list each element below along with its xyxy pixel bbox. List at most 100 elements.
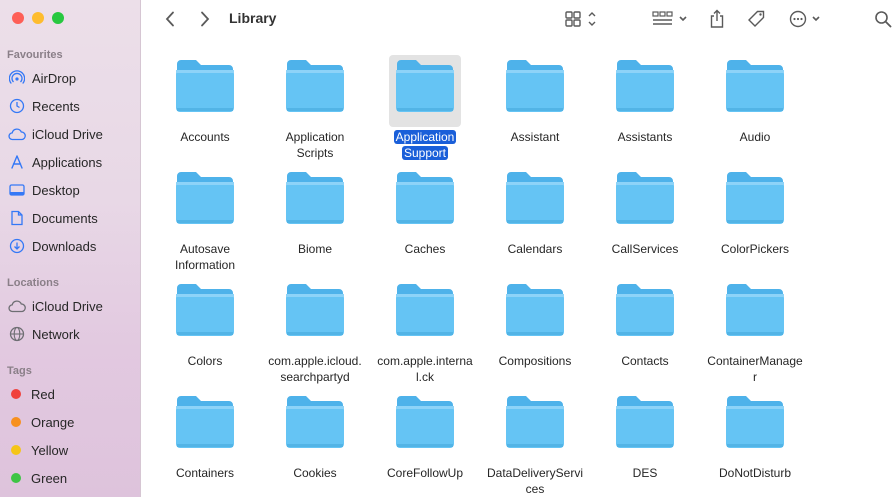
folder-icon (725, 280, 785, 338)
search-button[interactable] (873, 7, 893, 31)
tag-icon (748, 10, 765, 27)
folder-icon (615, 392, 675, 450)
sidebar-tag-yellow[interactable]: Yellow (6, 438, 136, 462)
sidebar-item-label: Applications (32, 154, 103, 170)
folder-label: DES (632, 466, 658, 480)
folder-label: CoreFollowUp (386, 466, 464, 480)
folder-label: ContainerManage r (707, 354, 803, 384)
group-by-button[interactable] (649, 7, 691, 31)
folder-icon (285, 168, 345, 226)
cloud-icon (8, 298, 26, 314)
folder-label: ColorPickers (720, 242, 789, 256)
tag-button[interactable] (745, 7, 769, 31)
folder-icon (505, 392, 565, 450)
folder-icon (285, 392, 345, 450)
folder-icon (505, 168, 565, 226)
folder-icon (395, 280, 455, 338)
sidebar-item-label: Red (31, 386, 55, 402)
close-window-button[interactable] (12, 12, 24, 24)
window-title: Library (229, 10, 277, 26)
tag-color-dot (11, 445, 21, 455)
folder-label: com.apple.interna l.ck (377, 354, 473, 384)
icon-grid-view-icon (565, 11, 596, 27)
tags-header: Tags (7, 365, 32, 377)
ellipsis-circle-icon (789, 10, 820, 28)
folder-label: Containers (175, 466, 235, 480)
sidebar-item-airdrop[interactable]: AirDrop (6, 66, 136, 90)
sidebar-item-label: Desktop (32, 182, 80, 198)
clock-icon (8, 98, 26, 114)
tag-color-dot (11, 417, 21, 427)
minimize-window-button[interactable] (32, 12, 44, 24)
sidebar-item-recents[interactable]: Recents (6, 94, 136, 118)
folder-label: Calendars (507, 242, 563, 256)
folder-label: Contacts (621, 354, 669, 368)
share-icon (710, 9, 724, 28)
group-icon (652, 11, 687, 25)
sidebar: Favourites AirDrop Recents iCloud Drive … (0, 0, 141, 497)
sidebar-item-network[interactable]: Network (6, 322, 136, 346)
folder-icon (175, 168, 235, 226)
folder-icon (505, 280, 565, 338)
window-controls (12, 12, 64, 24)
sidebar-item-label: iCloud Drive (32, 298, 103, 314)
cloud-icon (8, 126, 26, 142)
folder-icon (725, 168, 785, 226)
folder-label: Assistant (510, 130, 560, 144)
desktop-icon (8, 182, 26, 198)
sidebar-item-applications[interactable]: Applications (6, 150, 136, 174)
sidebar-item-desktop[interactable]: Desktop (6, 178, 136, 202)
sidebar-item-label: Yellow (31, 442, 69, 458)
folder-grid: Accounts Application Scripts Application Sup… (141, 48, 895, 497)
folder-icon (175, 280, 235, 338)
sidebar-item-label: Orange (31, 414, 75, 430)
folder-icon (395, 392, 455, 450)
folder-label: Application Scripts (285, 130, 345, 160)
folder-label: Application Support (393, 130, 457, 160)
sidebar-item-label: Network (32, 326, 80, 342)
sidebar-tag-orange[interactable]: Orange (6, 410, 136, 434)
folder-icon (505, 56, 565, 114)
view-mode-button[interactable] (561, 7, 603, 31)
folder-label: Audio (739, 130, 771, 144)
folder-label: CallServices (611, 242, 679, 256)
folder-icon (175, 56, 235, 114)
locations-header: Locations (7, 277, 59, 289)
folder-icon (725, 392, 785, 450)
folder-icon (725, 56, 785, 114)
folder-label: Accounts (180, 130, 230, 144)
chevron-left-icon (165, 11, 174, 27)
tag-color-dot (11, 473, 21, 483)
sidebar-item-icloud-drive[interactable]: iCloud Drive (6, 122, 136, 146)
sidebar-item-label: Recents (32, 98, 80, 114)
folder-label: Biome (297, 242, 332, 256)
tag-color-dot (11, 389, 21, 399)
zoom-window-button[interactable] (52, 12, 64, 24)
folder-label: DataDeliveryServi ces (486, 466, 584, 496)
folder-label: com.apple.icloud. searchpartyd (268, 354, 362, 384)
sidebar-item-documents[interactable]: Documents (6, 206, 136, 230)
sidebar-item-label: AirDrop (32, 70, 77, 86)
chevron-right-icon (201, 11, 210, 27)
globe-icon (8, 326, 26, 342)
sidebar-item-downloads[interactable]: Downloads (6, 234, 136, 258)
folder-icon (395, 168, 455, 226)
more-actions-button[interactable] (785, 7, 827, 31)
forward-button[interactable] (194, 8, 216, 30)
sidebar-item-icloud-drive-location[interactable]: iCloud Drive (6, 294, 136, 318)
share-button[interactable] (705, 7, 729, 31)
folder-label: Caches (404, 242, 446, 256)
sidebar-tag-green[interactable]: Green (6, 466, 136, 490)
folder-label: Cookies (293, 466, 337, 480)
folder-icon (615, 56, 675, 114)
sidebar-item-label: Documents (32, 210, 98, 226)
document-icon (8, 210, 26, 226)
folder-icon (285, 280, 345, 338)
folder-icon (395, 56, 455, 114)
sidebar-item-label: Green (31, 470, 68, 486)
sidebar-tag-red[interactable]: Red (6, 382, 136, 406)
search-icon (875, 11, 892, 28)
back-button[interactable] (159, 8, 181, 30)
folder-icon (285, 56, 345, 114)
folder-icon (615, 280, 675, 338)
